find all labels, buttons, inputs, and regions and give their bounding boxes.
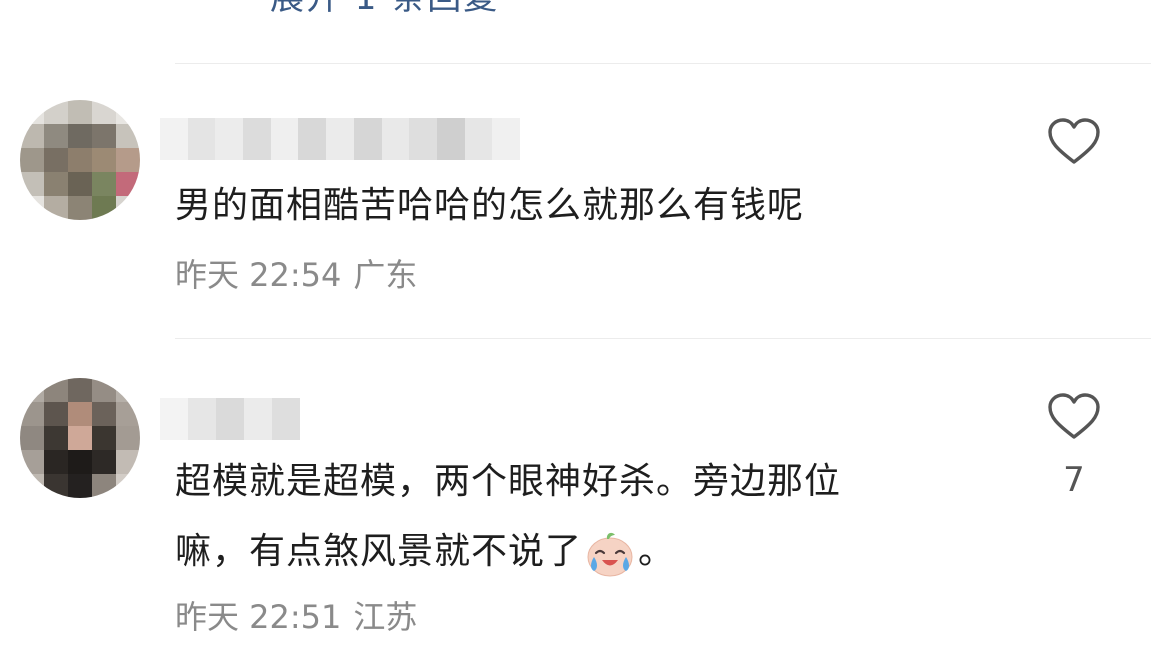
like-button[interactable]: [1047, 393, 1101, 443]
expand-replies-link[interactable]: 展开 1 条回复: [270, 0, 499, 18]
comment-meta: 昨天 22:54 广东: [175, 255, 417, 295]
heart-outline-icon: [1048, 118, 1100, 164]
avatar[interactable]: [20, 100, 140, 220]
comment-location: 江苏: [353, 598, 418, 636]
comment-text-line2: 嘛，有点煞风景就不说了 。: [175, 518, 675, 586]
like-count: 7: [1063, 460, 1085, 500]
heart-outline-icon: [1048, 393, 1100, 439]
comment-text-line1: 超模就是超模，两个眼神好杀。旁边那位: [175, 461, 842, 502]
comment-text-segment: 。: [638, 531, 676, 572]
divider: [175, 338, 1151, 339]
comment-text: 男的面相酷苦哈哈的怎么就那么有钱呢: [175, 185, 805, 226]
avatar[interactable]: [20, 378, 140, 498]
username-blurred[interactable]: [160, 398, 300, 440]
comment-time: 昨天 22:54: [175, 256, 342, 294]
crying-laughing-face-icon: [587, 532, 633, 577]
comment-meta: 昨天 22:51 江苏: [175, 597, 417, 637]
username-blurred[interactable]: [160, 118, 520, 160]
comment-time: 昨天 22:51: [175, 598, 342, 636]
comment-text-segment: 嘛，有点煞风景就不说了: [175, 531, 583, 572]
like-button[interactable]: [1047, 118, 1101, 168]
comment-location: 广东: [353, 256, 418, 294]
divider: [175, 63, 1151, 64]
